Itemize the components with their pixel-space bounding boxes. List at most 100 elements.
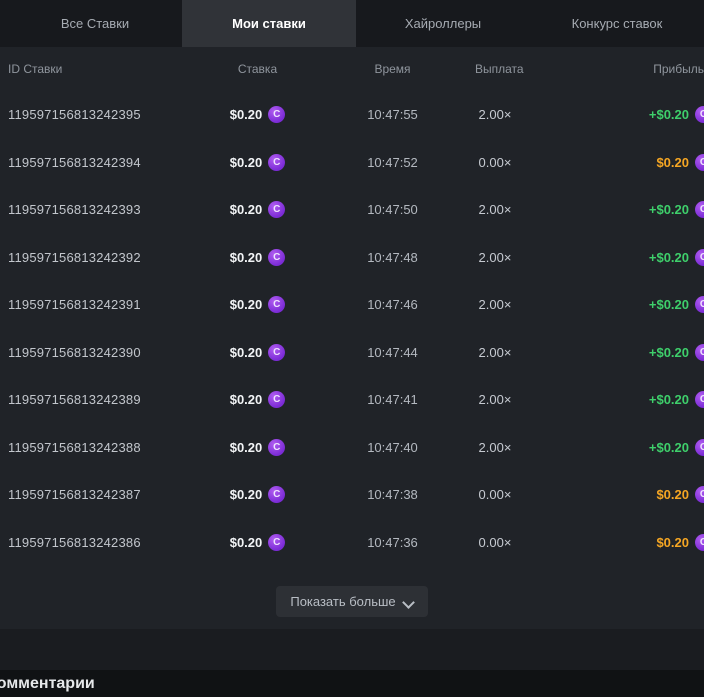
bet-profit: +$0.20 [649, 440, 689, 455]
bet-stake: $0.20 [230, 487, 263, 502]
bet-time: 10:47:40 [310, 440, 475, 455]
coin-icon: C [695, 344, 704, 361]
column-header-time: Время [310, 62, 475, 76]
comments-section: Комментарии [0, 670, 704, 697]
bet-time: 10:47:50 [310, 202, 475, 217]
bet-row[interactable]: 119597156813242392 $0.20 C 10:47:48 2.00… [0, 234, 704, 282]
bets-table-body: 119597156813242395 $0.20 C 10:47:55 2.00… [0, 91, 704, 566]
bet-stake: $0.20 [230, 297, 263, 312]
bet-id: 119597156813242391 [0, 297, 205, 312]
bet-payout: 2.00× [475, 250, 515, 265]
comments-title: Комментарии [0, 675, 95, 693]
bet-payout: 2.00× [475, 297, 515, 312]
bet-payout: 2.00× [475, 440, 515, 455]
bet-profit: +$0.20 [649, 250, 689, 265]
bet-time: 10:47:41 [310, 392, 475, 407]
show-more-button[interactable]: Показать больше [276, 586, 427, 617]
bets-table: ID Ставки Ставка Время Выплата Прибыль 1… [0, 47, 704, 639]
coin-icon: C [268, 154, 285, 171]
show-more-label: Показать больше [290, 594, 395, 609]
column-header-id: ID Ставки [0, 62, 205, 76]
column-header-profit: Прибыль [515, 62, 704, 76]
bet-stake: $0.20 [230, 345, 263, 360]
coin-icon: C [268, 439, 285, 456]
tab-high-rollers[interactable]: Хайроллеры [356, 0, 530, 47]
bet-stake: $0.20 [230, 250, 263, 265]
coin-icon: C [268, 391, 285, 408]
tab-label: Конкурс ставок [572, 16, 663, 31]
tab-label: Мои ставки [232, 16, 306, 31]
bet-time: 10:47:44 [310, 345, 475, 360]
bet-payout: 2.00× [475, 345, 515, 360]
coin-icon: C [695, 106, 704, 123]
bet-payout: 2.00× [475, 392, 515, 407]
coin-icon: C [268, 106, 285, 123]
bet-row[interactable]: 119597156813242394 $0.20 C 10:47:52 0.00… [0, 139, 704, 187]
coin-icon: C [268, 296, 285, 313]
bet-profit: $0.20 [656, 487, 689, 502]
bets-tabbar: Все Ставки Мои ставки Хайроллеры Конкурс… [0, 0, 704, 47]
coin-icon: C [268, 249, 285, 266]
bet-profit: +$0.20 [649, 202, 689, 217]
bet-time: 10:47:48 [310, 250, 475, 265]
bet-payout: 0.00× [475, 155, 515, 170]
bet-profit: +$0.20 [649, 345, 689, 360]
coin-icon: C [695, 154, 704, 171]
bet-payout: 2.00× [475, 107, 515, 122]
bet-time: 10:47:38 [310, 487, 475, 502]
bet-id: 119597156813242386 [0, 535, 205, 550]
bet-row[interactable]: 119597156813242387 $0.20 C 10:47:38 0.00… [0, 471, 704, 519]
bet-time: 10:47:46 [310, 297, 475, 312]
chevron-down-icon [404, 597, 414, 607]
bet-id: 119597156813242390 [0, 345, 205, 360]
bet-row[interactable]: 119597156813242389 $0.20 C 10:47:41 2.00… [0, 376, 704, 424]
bet-profit: +$0.20 [649, 392, 689, 407]
coin-icon: C [268, 201, 285, 218]
column-header-payout: Выплата [475, 62, 515, 76]
bet-stake: $0.20 [230, 155, 263, 170]
coin-icon: C [695, 201, 704, 218]
bet-profit: $0.20 [656, 155, 689, 170]
tab-my-bets[interactable]: Мои ставки [182, 0, 356, 47]
coin-icon: C [268, 534, 285, 551]
bet-row[interactable]: 119597156813242395 $0.20 C 10:47:55 2.00… [0, 91, 704, 139]
coin-icon: C [695, 486, 704, 503]
tab-label: Хайроллеры [405, 16, 481, 31]
bet-time: 10:47:36 [310, 535, 475, 550]
bet-payout: 2.00× [475, 202, 515, 217]
bet-profit: +$0.20 [649, 107, 689, 122]
bet-time: 10:47:52 [310, 155, 475, 170]
bet-row[interactable]: 119597156813242388 $0.20 C 10:47:40 2.00… [0, 424, 704, 472]
bet-stake: $0.20 [230, 392, 263, 407]
bet-payout: 0.00× [475, 487, 515, 502]
bet-stake: $0.20 [230, 535, 263, 550]
bet-id: 119597156813242393 [0, 202, 205, 217]
coin-icon: C [268, 486, 285, 503]
bets-table-header: ID Ставки Ставка Время Выплата Прибыль [0, 47, 704, 91]
coin-icon: C [695, 439, 704, 456]
bet-row[interactable]: 119597156813242393 $0.20 C 10:47:50 2.00… [0, 186, 704, 234]
bet-id: 119597156813242392 [0, 250, 205, 265]
column-header-stake: Ставка [205, 62, 310, 76]
bet-id: 119597156813242388 [0, 440, 205, 455]
tab-bet-contest[interactable]: Конкурс ставок [530, 0, 704, 47]
coin-icon: C [695, 534, 704, 551]
bet-stake: $0.20 [230, 202, 263, 217]
bet-id: 119597156813242387 [0, 487, 205, 502]
coin-icon: C [695, 296, 704, 313]
coin-icon: C [268, 344, 285, 361]
coin-icon: C [695, 391, 704, 408]
section-divider [0, 629, 704, 670]
bet-stake: $0.20 [230, 107, 263, 122]
tab-all-bets[interactable]: Все Ставки [8, 0, 182, 47]
bet-profit: $0.20 [656, 535, 689, 550]
bet-row[interactable]: 119597156813242391 $0.20 C 10:47:46 2.00… [0, 281, 704, 329]
coin-icon: C [695, 249, 704, 266]
bet-payout: 0.00× [475, 535, 515, 550]
bet-row[interactable]: 119597156813242390 $0.20 C 10:47:44 2.00… [0, 329, 704, 377]
bet-id: 119597156813242389 [0, 392, 205, 407]
bet-id: 119597156813242395 [0, 107, 205, 122]
tab-label: Все Ставки [61, 16, 129, 31]
bet-row[interactable]: 119597156813242386 $0.20 C 10:47:36 0.00… [0, 519, 704, 567]
bet-time: 10:47:55 [310, 107, 475, 122]
